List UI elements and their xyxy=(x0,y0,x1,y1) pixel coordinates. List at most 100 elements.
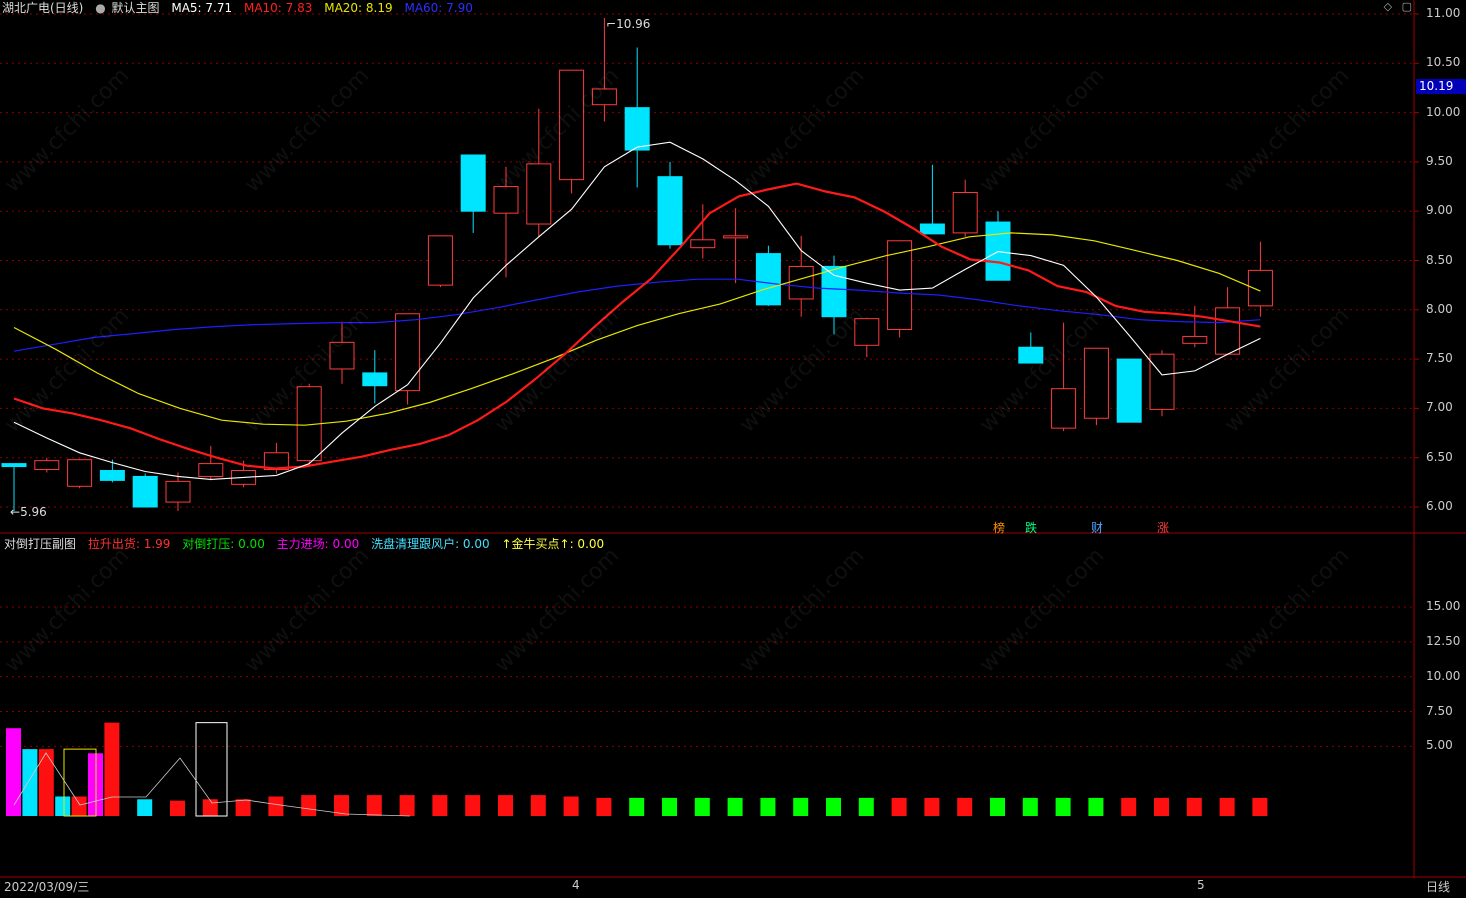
ma5-line xyxy=(13,141,1261,480)
high-price-label: ⌐10.96 xyxy=(606,17,651,31)
candle-body xyxy=(559,69,585,181)
sub-bar xyxy=(71,796,87,816)
signal-label: 涨 xyxy=(1157,521,1170,535)
candle-body xyxy=(854,318,880,346)
sub-bar xyxy=(38,749,54,816)
sub-bar xyxy=(1072,797,1087,816)
sub-tick-label: 5.00 xyxy=(1426,738,1453,753)
sub-bar xyxy=(186,799,202,816)
price-tick-label: 6.50 xyxy=(1426,449,1453,464)
signal-label: 财 xyxy=(1091,521,1104,535)
sub-bar xyxy=(383,795,399,816)
sub-bar xyxy=(514,795,530,816)
sub-bar xyxy=(826,797,841,816)
candle-body xyxy=(67,459,93,487)
sub-bar xyxy=(760,797,776,816)
candle-body xyxy=(690,239,716,249)
sub-bar xyxy=(448,796,464,816)
sub-bar xyxy=(678,797,694,816)
sub-bar xyxy=(1104,797,1120,816)
candle-body xyxy=(755,253,781,306)
sub-bar xyxy=(1055,797,1071,816)
candle-body xyxy=(1149,353,1175,410)
candle-body xyxy=(34,460,60,471)
sub-bar xyxy=(1154,797,1169,816)
candle-body xyxy=(526,163,552,225)
sub-bar xyxy=(399,795,415,816)
sub-bar xyxy=(498,795,513,816)
candle-body xyxy=(1215,307,1241,355)
sub-bar xyxy=(153,800,169,816)
candle-body xyxy=(821,265,847,318)
stock-title[interactable]: 湖北广电(日线) xyxy=(2,1,83,15)
sub-tick-label: 10.00 xyxy=(1426,668,1461,683)
sub-bar xyxy=(1006,797,1022,816)
sub-bar xyxy=(1088,797,1104,816)
sub-bar xyxy=(170,800,185,816)
sub-bar xyxy=(842,797,858,816)
candle-body xyxy=(362,372,388,387)
sub-bar xyxy=(22,749,38,816)
price-tick-label: 9.50 xyxy=(1426,153,1453,168)
sub-tick-label: 12.50 xyxy=(1426,633,1461,648)
price-tick-label: 8.50 xyxy=(1426,252,1453,267)
candle-body xyxy=(788,265,814,300)
candle-body xyxy=(427,235,453,286)
sub-bar xyxy=(711,797,727,816)
price-tick-label: 11.00 xyxy=(1426,6,1461,20)
sub-bar xyxy=(1039,797,1055,816)
chart-stage[interactable]: 湖北广电(日线) ● 默认主图 MA5: 7.71 MA10: 7.83 MA2… xyxy=(0,0,1466,894)
candle-body xyxy=(198,463,224,477)
sub-bar xyxy=(629,797,645,816)
sub-bar xyxy=(268,796,284,816)
sub-bar xyxy=(694,797,710,816)
sub-bar xyxy=(563,796,579,816)
candle-body xyxy=(624,107,650,151)
candle-body xyxy=(460,154,486,212)
sub-bar xyxy=(957,797,973,816)
period-label[interactable]: 日线 xyxy=(1426,878,1450,895)
sub-bar xyxy=(580,796,595,816)
price-tick-label: 8.00 xyxy=(1426,301,1453,316)
sub-item: 洗盘清理跟风户: 0.00 xyxy=(371,537,490,551)
window-icon[interactable]: ▢ xyxy=(1402,0,1412,13)
candle-body xyxy=(1018,346,1044,364)
sub-bar xyxy=(973,797,989,816)
sub-bar xyxy=(990,797,1005,816)
sub-bar xyxy=(908,797,923,816)
price-tick-label: 6.00 xyxy=(1426,499,1453,513)
chart-svg[interactable] xyxy=(0,0,1466,894)
sub-bar xyxy=(55,796,71,816)
candle-body xyxy=(1182,335,1208,344)
sub-tick-label: 15.00 xyxy=(1426,599,1461,613)
sub-chart-title[interactable]: 对倒打压副图 xyxy=(4,537,76,551)
sub-bar xyxy=(645,797,661,816)
sub-chart-header: 对倒打压副图 拉升出货: 1.99 对倒打压: 0.00 主力进场: 0.00 … xyxy=(4,535,612,552)
month-marker: 5 xyxy=(1197,878,1205,892)
sub-bar xyxy=(252,797,267,816)
sub-bar xyxy=(744,797,759,816)
sub-bar xyxy=(301,795,317,816)
candle-body xyxy=(329,341,355,370)
sub-bar xyxy=(1137,797,1153,816)
sub-bar xyxy=(1170,797,1186,816)
gear-icon[interactable]: ● xyxy=(95,1,105,15)
signal-label: 跌 xyxy=(1025,521,1038,535)
sub-bar xyxy=(662,797,677,816)
candle-body xyxy=(493,186,519,214)
candle-body xyxy=(99,470,125,481)
candle-body xyxy=(132,475,158,508)
sub-item: 拉升出货: 1.99 xyxy=(87,537,171,551)
sub-bar xyxy=(416,795,431,816)
chart-name[interactable]: 默认主图 xyxy=(112,1,160,15)
sub-bar xyxy=(1121,797,1137,816)
sub-bar xyxy=(793,797,809,816)
sub-bar xyxy=(1219,797,1235,816)
ma5-label: MA5: 7.71 xyxy=(171,1,233,15)
price-tick-label: 7.00 xyxy=(1426,400,1453,415)
sub-bar xyxy=(1252,797,1268,816)
date-label: 2022/03/09/三 xyxy=(4,880,90,894)
diamond-icon[interactable]: ◇ xyxy=(1384,0,1392,13)
sub-bar xyxy=(940,797,956,816)
sub-bar xyxy=(120,796,136,816)
